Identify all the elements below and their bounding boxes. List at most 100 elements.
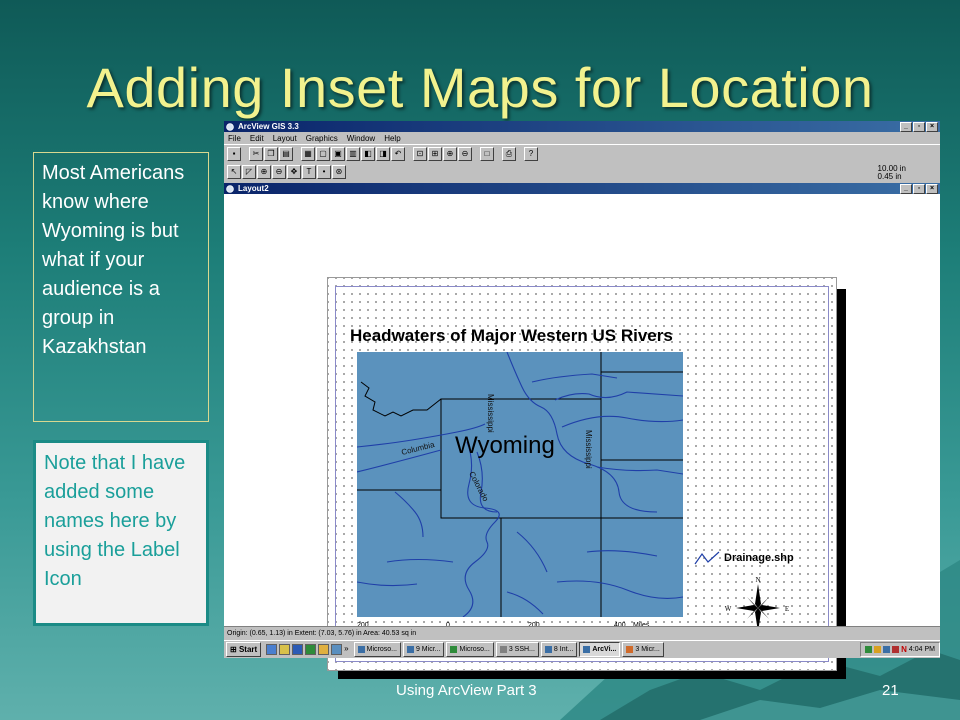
excel-icon[interactable] [305,644,317,655]
task-label: Microso... [366,646,397,653]
align-icon[interactable]: ▥ [346,147,360,161]
layout-title: Layout2 [238,184,269,193]
task-label: Microso... [459,646,490,653]
task-button-5[interactable]: 8 Int... [540,642,578,657]
explorer-icon[interactable] [318,644,330,655]
task-icon [583,646,591,653]
layout-minimize-button[interactable]: _ [900,183,912,194]
coord-y: 0.45 in [877,172,902,181]
undo-icon[interactable]: ↶ [391,147,405,161]
status-bar: Origin: (0.65, 1.13) in Extent: (7.03, 5… [224,626,940,640]
tray-icon-n[interactable]: N [901,643,907,656]
task-label: 3 SSH... [508,646,535,653]
state-label-wyoming[interactable]: Wyoming [455,432,555,460]
button-bar: ▪ ✂ ❐ ▤ ▦ ▢ ▣ ▥ ◧ ◨ ↶ ⊡ ⊞ ⊕ ⊖ □ ⎙ ? [224,144,940,163]
menu-edit[interactable]: Edit [250,134,264,143]
menu-help[interactable]: Help [384,134,400,143]
group-icon[interactable]: ▢ [316,147,330,161]
compass-w: W [725,605,732,613]
task-label: 8 Int... [553,646,574,653]
river-label-mississippi[interactable]: Mississippi [486,394,495,433]
task-button-arcview[interactable]: ArcVi... [579,642,621,657]
minimize-button[interactable]: _ [900,121,912,132]
close-button[interactable]: × [926,121,938,132]
layout-titlebar: Layout2 _ ▫ × [224,183,940,194]
layout-frame-icon[interactable]: □ [480,147,494,161]
zoom-actual-icon[interactable]: ⊞ [428,147,442,161]
zoom-in-icon[interactable]: ⊕ [257,165,271,179]
vertex-edit-icon[interactable]: ◸ [242,165,256,179]
help-icon[interactable]: ? [524,147,538,161]
clock: 4:04 PM [908,646,935,653]
app-title: ArcView GIS 3.3 [238,122,299,131]
arcview-window: ArcView GIS 3.3 _ ▫ × File Edit Layout G… [224,121,940,679]
slide-title: Adding Inset Maps for Location [86,56,874,119]
drainage-line-icon [694,551,720,565]
menu-window[interactable]: Window [347,134,375,143]
desktop-icon[interactable] [331,644,343,655]
task-button-2[interactable]: 9 Micr... [402,642,445,657]
bring-front-icon[interactable]: ◧ [361,147,375,161]
word-icon[interactable] [292,644,304,655]
properties-icon[interactable]: ▦ [301,147,315,161]
tray-icon-shield[interactable] [883,646,891,653]
paste-icon[interactable]: ▤ [279,147,293,161]
compass-e: E [785,605,789,613]
zoom-full-icon[interactable]: ⊡ [413,147,427,161]
menubar: File Edit Layout Graphics Window Help [224,132,940,144]
footer-text: Using ArcView Part 3 [396,682,537,699]
compass-n: N [755,576,760,584]
copy-icon[interactable]: ❐ [264,147,278,161]
pointer-tool-icon[interactable]: ↖ [227,165,241,179]
task-button-3[interactable]: Microso... [446,642,494,657]
menu-graphics[interactable]: Graphics [306,134,338,143]
task-label: 9 Micr... [415,646,441,653]
pan-icon[interactable]: ✥ [287,165,301,179]
tool-bar: ↖ ◸ ⊕ ⊖ ✥ T • ⊛ 10.00 in 0.45 in [224,163,940,181]
cut-icon[interactable]: ✂ [249,147,263,161]
layout-close-button[interactable]: × [926,183,938,194]
windows-taskbar: ⊞ Start » Microso... 9 Micr... Microso..… [224,640,940,658]
map-background [357,352,683,617]
task-icon [544,646,552,653]
zoom-out-layout-icon[interactable]: ⊖ [458,147,472,161]
task-button-7[interactable]: 3 Micr... [622,642,664,657]
coordinate-readout: 10.00 in 0.45 in [878,165,906,181]
page-number: 21 [882,682,899,699]
ungroup-icon[interactable]: ▣ [331,147,345,161]
map-frame[interactable]: Mississippi Mississippi Columbia Colorad… [357,352,683,617]
task-button-1[interactable]: Microso... [353,642,401,657]
text-tool-icon[interactable]: T [302,165,316,179]
legend[interactable]: Drainage.shp [694,550,794,566]
map-drawing [357,352,683,617]
layout-page[interactable]: Headwaters of Major Western US Rivers Mi… [327,277,837,671]
draw-point-icon[interactable]: • [317,165,331,179]
tray-icon-antivirus[interactable] [874,646,882,653]
print-icon[interactable]: ⎙ [502,147,516,161]
start-button[interactable]: ⊞ Start [226,642,262,657]
restore-button[interactable]: ▫ [913,121,925,132]
zoom-out-icon[interactable]: ⊖ [272,165,286,179]
river-label-mississippi-east[interactable]: Mississippi [584,430,593,469]
layout-restore-button[interactable]: ▫ [913,183,925,194]
quick-launch-more[interactable]: » [344,644,348,655]
task-label: 3 Micr... [635,646,660,653]
send-back-icon[interactable]: ◨ [376,147,390,161]
save-icon[interactable]: ▪ [227,147,241,161]
task-button-4[interactable]: 3 SSH... [495,642,539,657]
zoom-in-layout-icon[interactable]: ⊕ [443,147,457,161]
callout-label-note: Note that I have added some names here b… [33,440,209,626]
menu-layout[interactable]: Layout [273,134,297,143]
arcview-globe-icon [226,122,234,131]
snap-icon[interactable]: ⊛ [332,165,346,179]
ie-icon[interactable] [266,644,278,655]
system-tray: N 4:04 PM [860,642,940,657]
map-title[interactable]: Headwaters of Major Western US Rivers [350,326,673,346]
menu-file[interactable]: File [228,134,241,143]
windows-logo-icon: ⊞ [230,645,239,654]
callout-audience-note: Most Americans know where Wyoming is but… [33,152,209,422]
outlook-icon[interactable] [279,644,291,655]
tray-icon-volume[interactable] [892,646,900,653]
legend-label: Drainage.shp [724,552,794,564]
tray-icon-network[interactable] [865,646,873,653]
